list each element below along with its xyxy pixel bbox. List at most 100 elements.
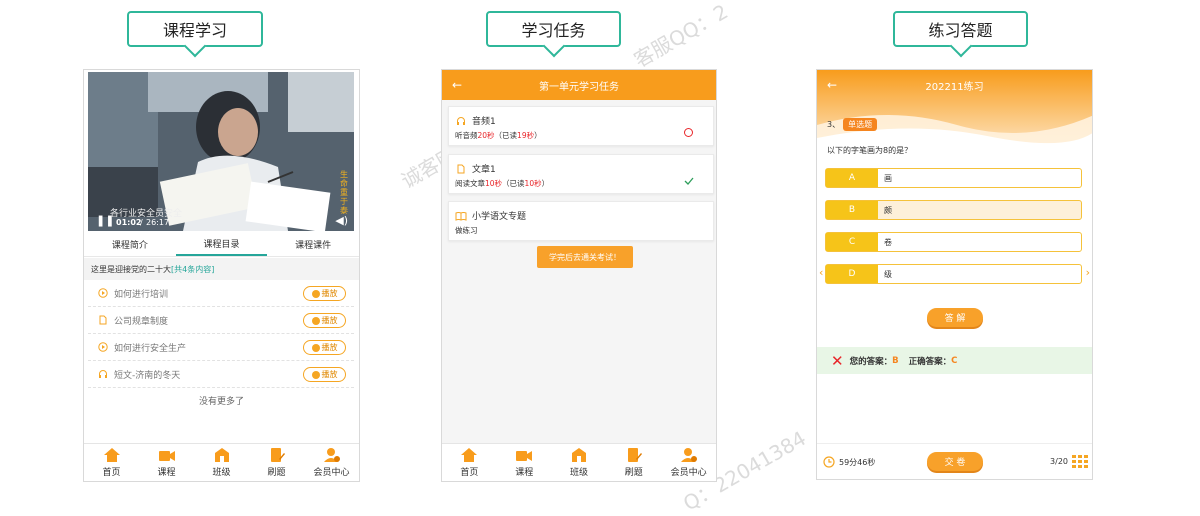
bottom-tabbar: 首页 课程 班级 刷题 会员中心 <box>442 443 716 481</box>
notice-text: 这里是迎接党的二十大 <box>91 264 171 274</box>
list-item[interactable]: 短文-济南的冬天 播放 <box>88 361 354 388</box>
option-letter: C <box>826 233 878 251</box>
check-icon <box>684 177 694 185</box>
play-button[interactable]: 播放 <box>303 340 346 355</box>
answer-result-bar: ✕ 您的答案： B 正确答案： C <box>817 347 1092 374</box>
option-c[interactable]: C 卷 <box>825 232 1082 252</box>
page-header: ← 202211练习 <box>817 70 1092 100</box>
tab-course[interactable]: 课程 <box>497 444 552 481</box>
question-text: 以下的字笔画为8的是？ <box>827 146 913 155</box>
option-letter: D <box>826 265 878 283</box>
course-subtabs: 课程简介 课程目录 课程课件 <box>84 233 359 257</box>
task-card[interactable]: 文章1 阅读文章10秒（已读10秒） <box>448 154 714 194</box>
tab-member[interactable]: 会员中心 <box>661 444 716 481</box>
video-camera-icon <box>158 451 175 461</box>
bottom-action-bar: 59分46秒 交 卷 3/20 <box>817 443 1092 479</box>
next-question-chevron-icon[interactable]: › <box>1086 266 1090 279</box>
play-button[interactable]: 播放 <box>303 313 346 328</box>
list-item[interactable]: 如何进行安全生产 播放 <box>88 334 354 361</box>
tab-course-materials[interactable]: 课程课件 <box>267 233 359 256</box>
tab-home[interactable]: 首页 <box>442 444 497 481</box>
tab-member[interactable]: 会员中心 <box>304 444 359 481</box>
edit-icon <box>270 448 285 462</box>
play-circle-icon <box>98 288 108 298</box>
list-item-title: 如何进行安全生产 <box>114 343 187 354</box>
video-player[interactable]: 各行业安全员安全 生命重于泰 ❚❚ 01:02 / 26:17 ◀) <box>88 72 354 231</box>
home-icon <box>103 448 120 462</box>
tab-label: 首页 <box>102 468 121 478</box>
phone-course-study: 各行业安全员安全 生命重于泰 ❚❚ 01:02 / 26:17 ◀) 课程简介 … <box>83 69 360 482</box>
explain-button[interactable]: 答 解 <box>927 308 983 327</box>
video-camera-icon <box>516 451 533 461</box>
video-side-text: 生命重于泰 <box>340 170 348 215</box>
task-desc: 听音频20秒（已读19秒） <box>455 131 542 140</box>
tab-label: 刷题 <box>624 468 643 478</box>
page-title: 第一单元学习任务 <box>539 81 619 93</box>
clock-icon <box>823 456 835 468</box>
tab-label: 首页 <box>460 468 479 478</box>
option-d[interactable]: D 级 <box>825 264 1082 284</box>
watermark-text: 客服QQ：2 <box>629 0 732 73</box>
headphones-icon <box>457 116 465 125</box>
tab-practice[interactable]: 刷题 <box>249 444 304 481</box>
list-item[interactable]: 公司规章制度 播放 <box>88 307 354 334</box>
callout-practice: 练习答题 <box>893 11 1028 47</box>
correct-answer-label: 正确答案： <box>908 356 952 367</box>
task-card[interactable]: 小学语文专题 做练习 <box>448 201 714 241</box>
callout-label: 课程学习 <box>162 21 227 40</box>
list-item-title: 公司规章制度 <box>114 316 169 327</box>
question-header: 3、 单选题 <box>827 118 878 131</box>
your-answer-value: B <box>892 355 899 366</box>
tab-practice[interactable]: 刷题 <box>606 444 661 481</box>
user-gear-icon <box>680 448 697 462</box>
callout-course-study: 课程学习 <box>127 11 263 47</box>
catalog-notice: 这里是迎接党的二十大 [共4条内容] <box>84 258 359 280</box>
submit-paper-button[interactable]: 交 卷 <box>927 452 983 471</box>
tab-course-intro[interactable]: 课程简介 <box>84 233 176 256</box>
tab-class[interactable]: 班级 <box>194 444 249 481</box>
tab-course[interactable]: 课程 <box>139 444 194 481</box>
back-arrow-icon[interactable]: ← <box>827 78 837 92</box>
time-separator: / <box>140 218 143 227</box>
school-icon <box>571 448 586 462</box>
tab-label: 会员中心 <box>670 468 707 478</box>
task-desc: 阅读文章10秒（已读10秒） <box>455 179 550 188</box>
volume-icon[interactable]: ◀) <box>335 214 348 227</box>
edit-icon <box>627 448 642 462</box>
go-exam-button[interactable]: 学完后去通关考试！ <box>537 246 633 268</box>
play-button[interactable]: 播放 <box>303 367 346 382</box>
list-item[interactable]: 如何进行培训 播放 <box>88 280 354 307</box>
task-card[interactable]: 音频1 听音频20秒（已读19秒） <box>448 106 714 146</box>
user-gear-icon <box>323 448 340 462</box>
no-more-text: 没有更多了 <box>198 397 244 407</box>
tab-label: 课程 <box>515 468 534 478</box>
play-button[interactable]: 播放 <box>303 286 346 301</box>
tab-class[interactable]: 班级 <box>552 444 607 481</box>
callout-label: 学习任务 <box>521 21 586 40</box>
tab-label: 班级 <box>569 468 588 478</box>
tab-label: 会员中心 <box>313 468 350 478</box>
tab-label: 刷题 <box>267 468 286 478</box>
option-a[interactable]: A 画 <box>825 168 1082 188</box>
option-letter: B <box>826 201 878 219</box>
option-b[interactable]: B 颇 <box>825 200 1082 220</box>
document-icon <box>457 164 465 173</box>
tab-home[interactable]: 首页 <box>84 444 139 481</box>
your-answer-label: 您的答案： <box>849 356 893 367</box>
notice-count: [共4条内容] <box>171 264 215 274</box>
tab-course-catalog[interactable]: 课程目录 <box>175 233 268 256</box>
callout-label: 练习答题 <box>928 21 993 40</box>
prev-question-chevron-icon[interactable]: ‹ <box>819 266 823 279</box>
option-text: 卷 <box>884 237 892 247</box>
page-title: 202211练习 <box>925 81 984 93</box>
page-header: ← 第一单元学习任务 <box>442 70 716 100</box>
task-desc: 做练习 <box>455 226 478 235</box>
list-item-title: 短文-济南的冬天 <box>114 370 181 381</box>
video-duration: 26:17 <box>146 218 170 227</box>
bottom-tabbar: 首页 课程 班级 刷题 会员中心 <box>84 443 359 481</box>
option-text: 颇 <box>884 205 892 215</box>
grid-menu-icon[interactable] <box>1072 455 1088 468</box>
back-arrow-icon[interactable]: ← <box>452 78 462 92</box>
pause-icon[interactable]: ❚❚ <box>96 214 114 227</box>
incomplete-circle-icon <box>684 128 693 137</box>
